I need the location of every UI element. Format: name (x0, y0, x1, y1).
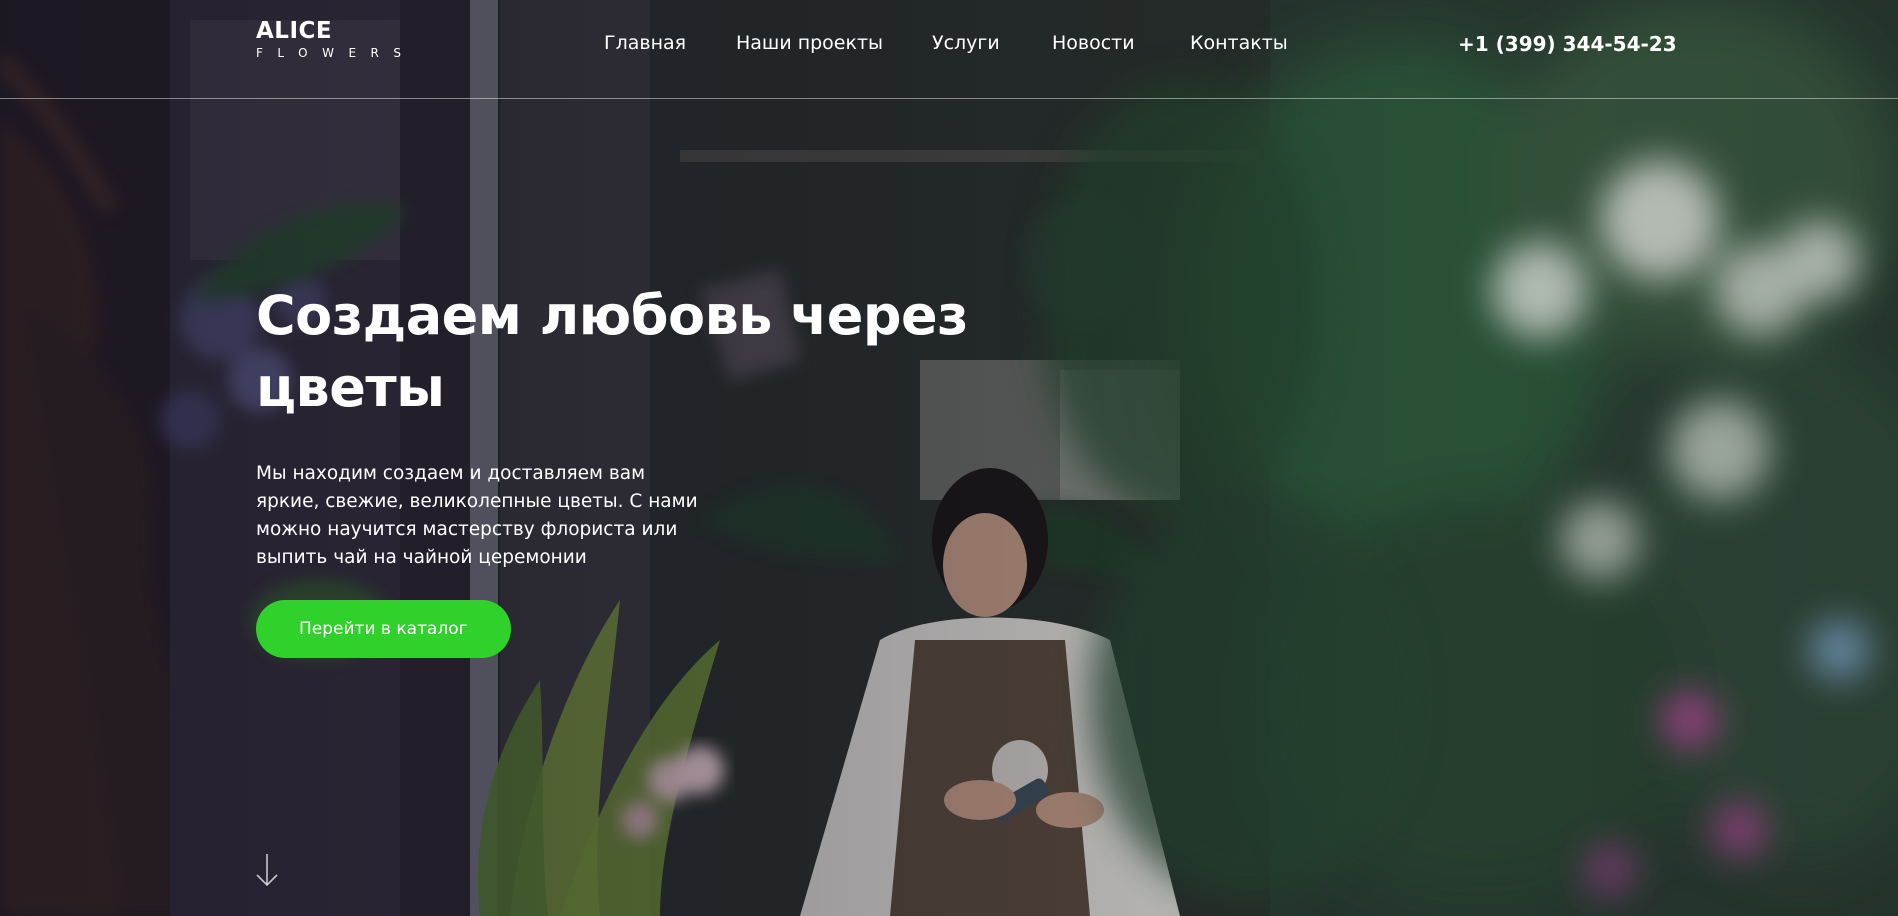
hero-subtitle: Мы находим создаем и доставляем вам ярки… (256, 463, 698, 568)
nav-item-news[interactable]: Новости (1052, 31, 1135, 55)
nav-item-projects[interactable]: Наши проекты (736, 31, 883, 55)
nav-item-services[interactable]: Услуги (932, 31, 1000, 55)
hero-title: Создаем любовь через цветы (256, 284, 969, 419)
nav-item-contacts[interactable]: Контакты (1190, 31, 1288, 55)
logo-sub-text: FLOWERS (256, 46, 416, 60)
site-header: ALICE FLOWERS Главная Наши проекты Услуг… (0, 0, 1898, 99)
arrow-down-icon[interactable] (254, 852, 280, 888)
phone-link[interactable]: +1 (399) 344-54-23 (1458, 31, 1677, 57)
hero-content: Создаем любовь через цветы Мы находим со… (256, 280, 1016, 658)
logo-main-text: ALICE (256, 18, 333, 44)
catalog-button[interactable]: Перейти в каталог (256, 600, 511, 658)
nav-item-home[interactable]: Главная (604, 31, 686, 55)
hero-section: ALICE FLOWERS Главная Наши проекты Услуг… (0, 0, 1898, 916)
logo[interactable]: ALICE FLOWERS (256, 18, 416, 61)
